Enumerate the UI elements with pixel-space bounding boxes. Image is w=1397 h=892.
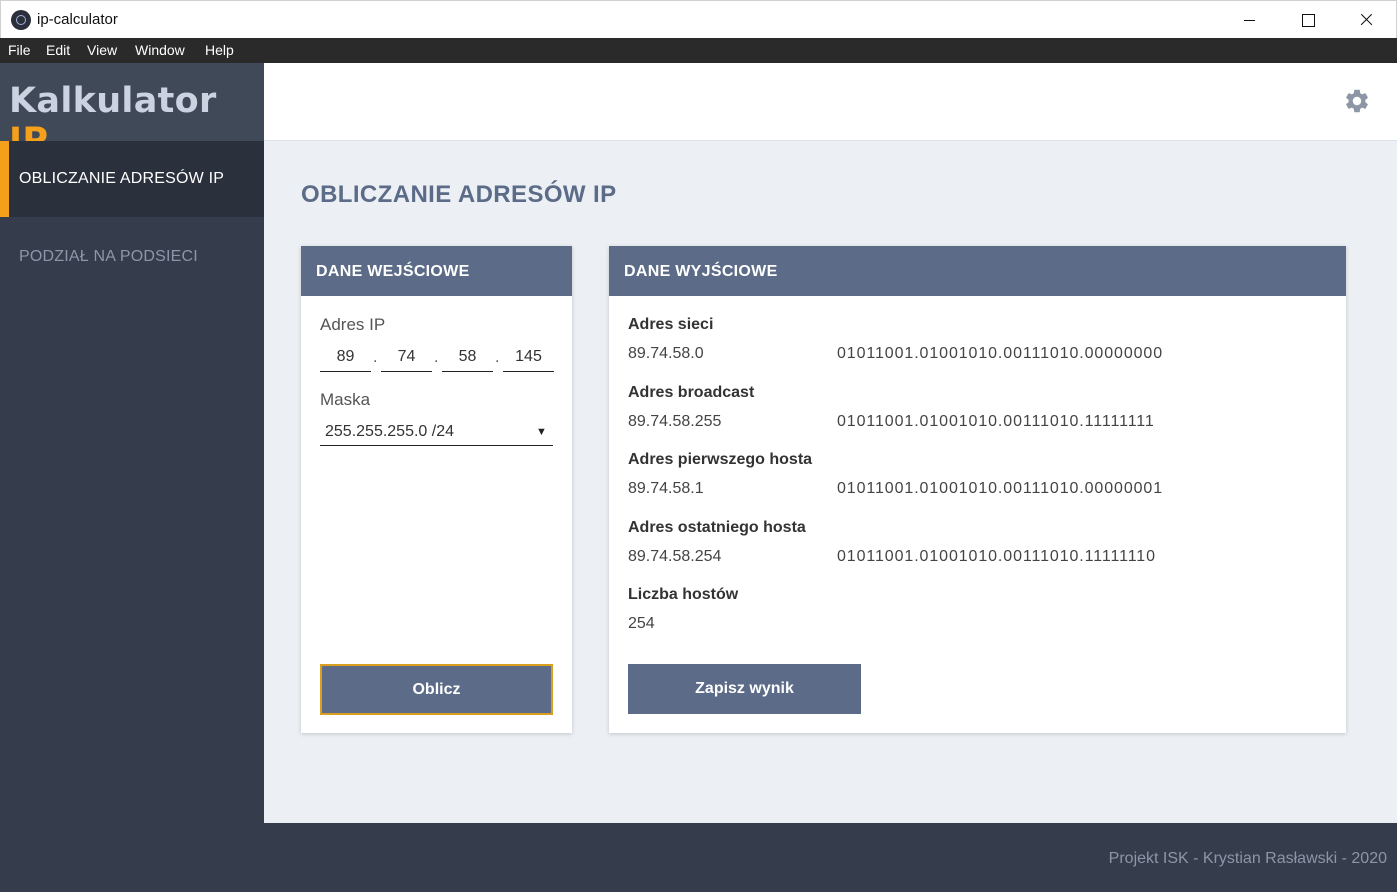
ip-octet-1[interactable]: 89 <box>320 347 371 372</box>
window-title: ip-calculator <box>37 11 118 28</box>
input-card: DANE WEJŚCIOWE Adres IP 89 . 74 . 58 . 1… <box>301 246 572 733</box>
network-address-value: 89.74.58.0 <box>628 345 704 362</box>
last-host-binary: 01011001.01001010.00111010.11111110 <box>837 548 1156 565</box>
logo-box: Kalkulator IP <box>0 63 264 161</box>
ip-label: Adres IP <box>320 315 386 334</box>
ip-octet-3[interactable]: 58 <box>442 347 493 372</box>
maximize-button[interactable] <box>1278 1 1336 39</box>
close-button[interactable] <box>1337 1 1395 39</box>
active-indicator <box>0 141 9 217</box>
last-host-label: Adres ostatniego hosta <box>628 519 806 536</box>
sidebar-item-label: OBLICZANIE ADRESÓW IP <box>19 170 225 187</box>
host-count-label: Liczba hostów <box>628 586 739 603</box>
sidebar-item-label: PODZIAŁ NA PODSIECI <box>19 248 198 265</box>
broadcast-address-value: 89.74.58.255 <box>628 413 722 430</box>
broadcast-address-binary: 01011001.01001010.00111010.11111111 <box>837 413 1155 430</box>
output-card: DANE WYJŚCIOWE Adres sieci 89.74.58.0 01… <box>609 246 1346 733</box>
menu-view[interactable]: View <box>87 42 117 58</box>
network-address-binary: 01011001.01001010.00111010.00000000 <box>837 345 1164 362</box>
footer-credit: Projekt ISK - Krystian Rasławski - 2020 <box>1108 850 1387 867</box>
title-bar: ip-calculator <box>0 0 1397 38</box>
save-result-button[interactable]: Zapisz wynik <box>628 664 861 714</box>
first-host-label: Adres pierwszego hosta <box>628 451 813 468</box>
menu-help[interactable]: Help <box>205 42 234 58</box>
sidebar: Kalkulator IP OBLICZANIE ADRESÓW IP PODZ… <box>0 63 264 892</box>
octet-separator: . <box>373 349 378 366</box>
output-card-header: DANE WYJŚCIOWE <box>609 246 1346 296</box>
sidebar-item-subnetting[interactable]: PODZIAŁ NA PODSIECI <box>0 219 264 295</box>
calculate-button[interactable]: Oblicz <box>320 664 553 715</box>
main-content: OBLICZANIE ADRESÓW IP DANE WEJŚCIOWE Adr… <box>264 141 1397 823</box>
network-address-label: Adres sieci <box>628 316 714 333</box>
octet-separator: . <box>434 349 439 366</box>
mask-label: Maska <box>320 390 371 409</box>
menu-edit[interactable]: Edit <box>46 42 70 58</box>
broadcast-address-label: Adres broadcast <box>628 384 755 401</box>
page-title: OBLICZANIE ADRESÓW IP <box>301 181 617 208</box>
footer: Projekt ISK - Krystian Rasławski - 2020 <box>264 823 1397 892</box>
header <box>264 63 1397 141</box>
mask-value: 255.255.255.0 /24 <box>325 423 455 440</box>
octet-separator: . <box>495 349 500 366</box>
last-host-value: 89.74.58.254 <box>628 548 722 565</box>
mask-select[interactable]: 255.255.255.0 /24 ▼ <box>320 420 553 446</box>
ip-octet-4[interactable]: 145 <box>503 347 554 372</box>
input-card-title: DANE WEJŚCIOWE <box>316 263 470 280</box>
dropdown-arrow-icon: ▼ <box>536 426 547 438</box>
menu-window[interactable]: Window <box>135 42 185 58</box>
menu-bar: File Edit View Window Help <box>0 38 1397 63</box>
input-card-header: DANE WEJŚCIOWE <box>301 246 572 296</box>
gear-icon[interactable] <box>1343 87 1371 115</box>
minimize-button[interactable] <box>1220 1 1278 39</box>
first-host-binary: 01011001.01001010.00111010.00000001 <box>837 480 1164 497</box>
menu-file[interactable]: File <box>8 42 31 58</box>
app-icon <box>11 10 31 30</box>
ip-octet-2[interactable]: 74 <box>381 347 432 372</box>
host-count-value: 254 <box>628 615 655 632</box>
first-host-value: 89.74.58.1 <box>628 480 704 497</box>
logo-main-text: Kalkulator <box>9 81 217 121</box>
output-card-title: DANE WYJŚCIOWE <box>624 263 778 280</box>
sidebar-item-ip-calculation[interactable]: OBLICZANIE ADRESÓW IP <box>0 141 264 217</box>
